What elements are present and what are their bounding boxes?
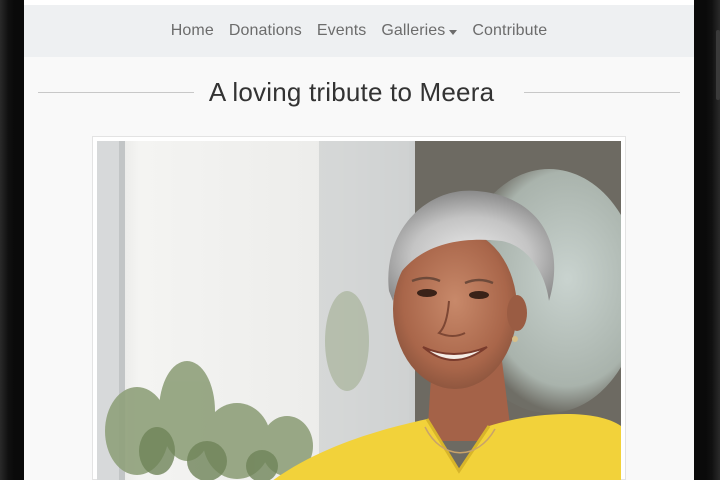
main-navbar: Home Donations Events Galleries Contribu… bbox=[24, 5, 694, 57]
device-side-button bbox=[716, 30, 720, 100]
screen: Home Donations Events Galleries Contribu… bbox=[24, 0, 694, 480]
nav-galleries-label: Galleries bbox=[381, 22, 446, 39]
portrait-photo-icon bbox=[97, 141, 621, 480]
tribute-photo-frame bbox=[92, 136, 626, 480]
page-title: A loving tribute to Meera bbox=[208, 76, 495, 107]
title-rule-right bbox=[523, 91, 680, 93]
title-rule-left bbox=[38, 91, 194, 93]
nav-galleries[interactable]: Galleries bbox=[381, 22, 458, 40]
caret-down-icon bbox=[449, 29, 458, 35]
nav-home[interactable]: Home bbox=[171, 22, 214, 40]
nav-donations[interactable]: Donations bbox=[229, 22, 302, 40]
tribute-photo bbox=[97, 141, 621, 480]
title-row: A loving tribute to Meera bbox=[24, 70, 694, 114]
device-frame: Home Donations Events Galleries Contribu… bbox=[0, 0, 720, 480]
nav-contribute[interactable]: Contribute bbox=[472, 22, 547, 40]
nav-events[interactable]: Events bbox=[317, 22, 367, 40]
